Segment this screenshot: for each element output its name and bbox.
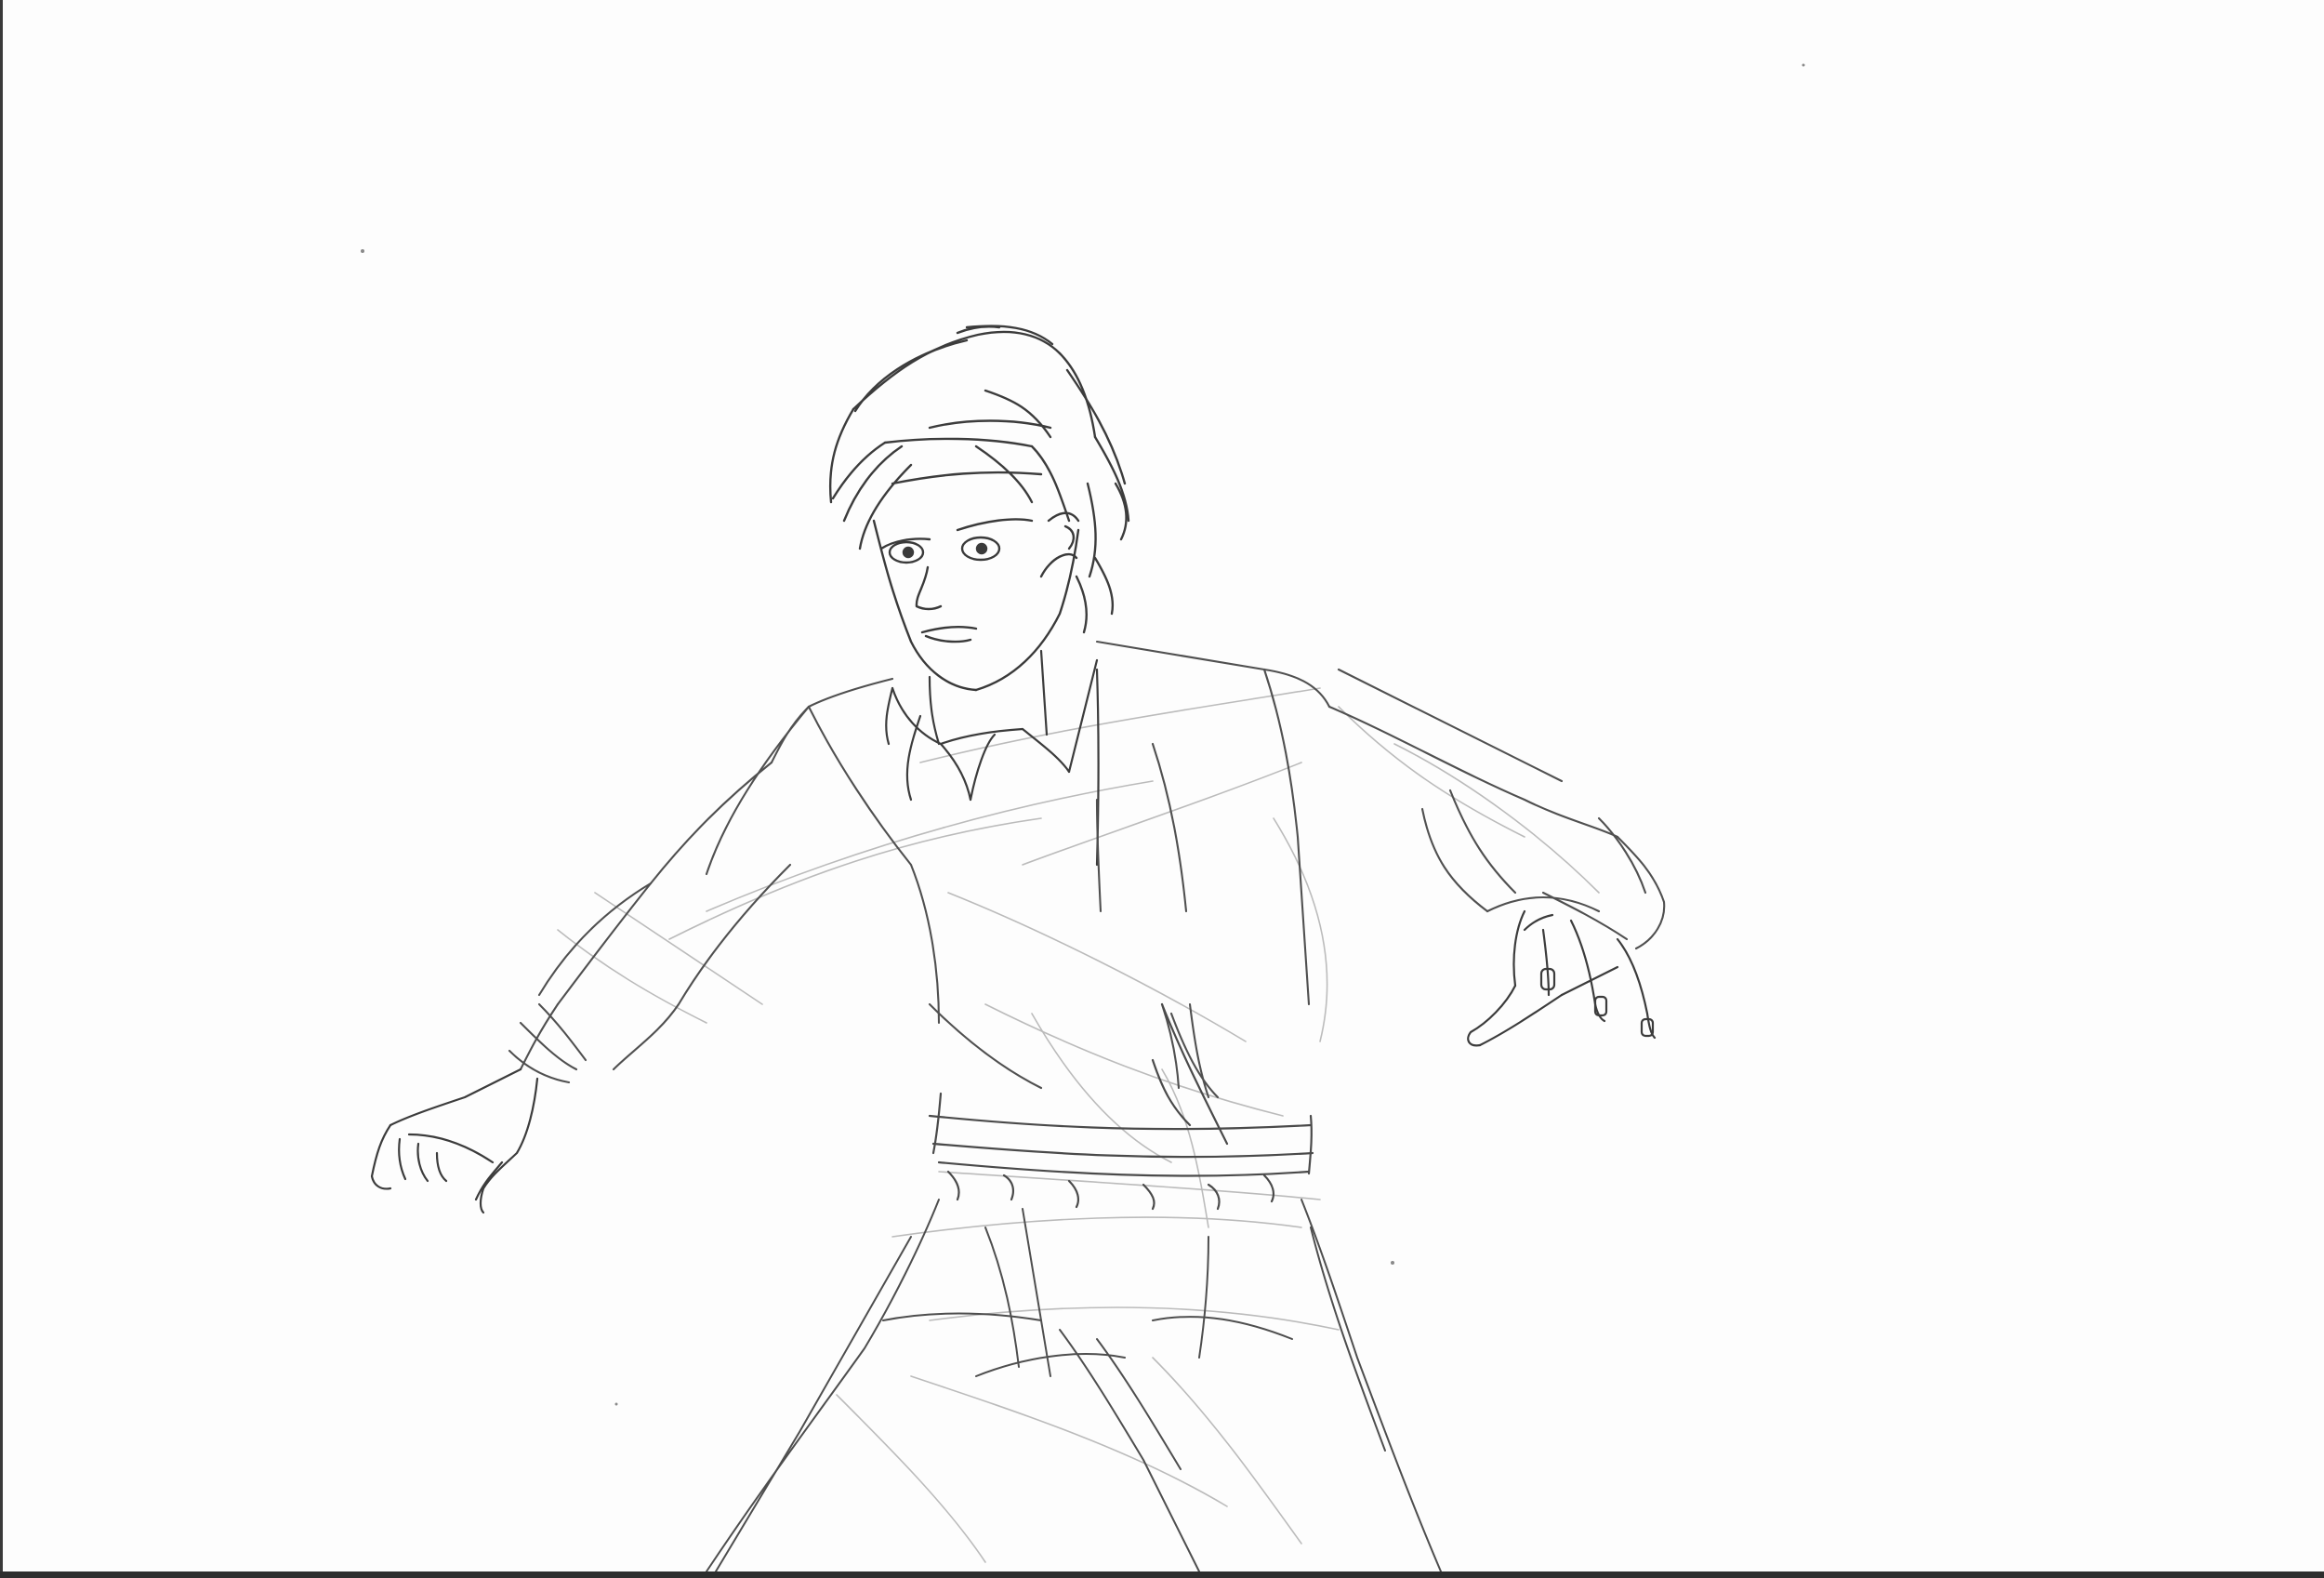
- paper-specks: [361, 63, 1805, 1406]
- pants: [706, 1199, 1442, 1572]
- right-hand: [1467, 909, 1657, 1047]
- paper-sheet: [0, 0, 2324, 1578]
- construction-lines: [557, 687, 1600, 1563]
- scan-edge-bottom: [0, 1571, 2324, 1578]
- pencil-sketch: [361, 63, 1805, 1572]
- hair: [828, 325, 1130, 634]
- face: [872, 511, 1080, 692]
- sash: [928, 1002, 1314, 1211]
- shirt: [508, 640, 1666, 1099]
- left-hand: [370, 1067, 539, 1214]
